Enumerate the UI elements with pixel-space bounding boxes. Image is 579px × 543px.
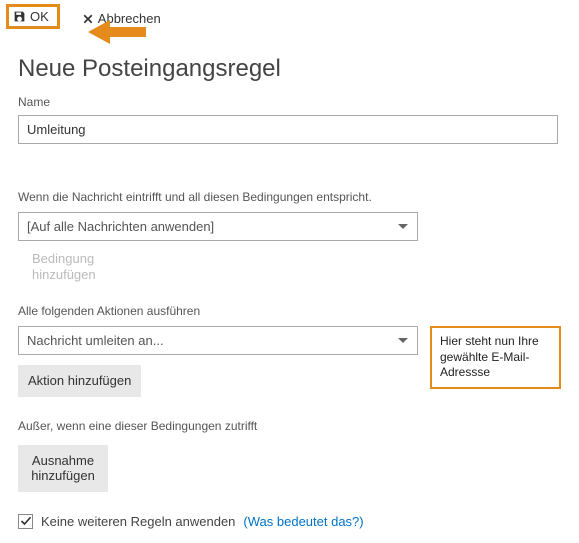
actions-section: Alle folgenden Aktionen ausführen Nachri… (18, 304, 561, 397)
stop-rules-checkbox[interactable] (18, 514, 33, 529)
actions-selected: Nachricht umleiten an... (27, 333, 164, 348)
name-input[interactable] (18, 115, 558, 144)
stop-rules-help-link[interactable]: (Was bedeutet das?) (243, 514, 363, 529)
add-action-button[interactable]: Aktion hinzufügen (18, 365, 141, 397)
save-icon (13, 10, 26, 23)
actions-label: Alle folgenden Aktionen ausführen (18, 304, 561, 318)
conditions-label: Wenn die Nachricht eintrifft und all die… (18, 190, 561, 204)
actions-select[interactable]: Nachricht umleiten an... (18, 326, 418, 355)
ok-highlight-box: OK (6, 4, 60, 29)
name-section: Name (18, 95, 561, 168)
ok-label: OK (30, 9, 49, 24)
name-label: Name (18, 95, 561, 109)
chevron-down-icon (397, 219, 409, 234)
add-exception-button[interactable]: Ausnahme hinzufügen (18, 445, 108, 492)
arrow-annotation (88, 18, 148, 49)
email-annotation-box: Hier steht nun Ihre gewählte E-Mail-Adre… (430, 326, 561, 389)
conditions-select[interactable]: [Auf alle Nachrichten anwenden] (18, 212, 418, 241)
exceptions-label: Außer, wenn eine dieser Bedingungen zutr… (18, 419, 561, 433)
stop-rules-label: Keine weiteren Regeln anwenden (41, 514, 235, 529)
toolbar: OK Abbrechen (0, 0, 579, 37)
stop-rules-row: Keine weiteren Regeln anwenden (Was bede… (18, 514, 561, 529)
conditions-selected: [Auf alle Nachrichten anwenden] (27, 219, 214, 234)
exceptions-section: Außer, wenn eine dieser Bedingungen zutr… (18, 419, 561, 492)
ok-button[interactable]: OK (13, 9, 49, 24)
page-title: Neue Posteingangsregel (18, 55, 561, 83)
add-condition-button: Bedingung hinzufügen (32, 251, 112, 282)
conditions-section: Wenn die Nachricht eintrifft und all die… (18, 190, 561, 282)
chevron-down-icon (397, 333, 409, 348)
